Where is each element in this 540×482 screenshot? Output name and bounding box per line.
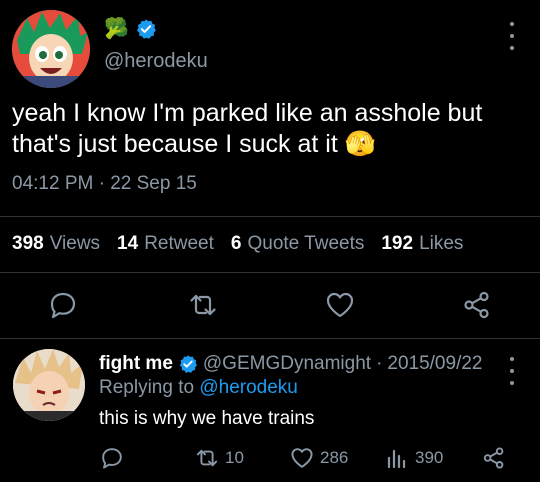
reply-retweet-count: 10: [225, 448, 244, 467]
reply-display-name[interactable]: fight me: [99, 353, 173, 375]
peeking-face-emoji: 🫣: [344, 130, 376, 158]
display-name[interactable]: 🥦: [104, 18, 129, 40]
tweet-timestamp[interactable]: 04:12 PM · 22 Sep 15: [12, 173, 197, 195]
stat-likes-count: 192: [381, 233, 414, 254]
reply-author-row: fight me @GEMGDynamight · 2015/09/22: [99, 353, 482, 375]
stat-likes[interactable]: 192 Likes: [381, 233, 463, 255]
stat-views-label: Views: [49, 233, 101, 254]
avatar[interactable]: [12, 10, 90, 88]
verified-badge-icon: [179, 355, 197, 373]
replying-to-prefix: Replying to: [99, 377, 195, 398]
divider: [0, 338, 540, 339]
handle[interactable]: @herodeku: [104, 50, 208, 73]
stat-likes-label: Likes: [419, 233, 464, 254]
reply-more-options-icon[interactable]: [502, 357, 522, 385]
stat-quote-count: 6: [230, 233, 242, 254]
reply-views-button[interactable]: 390: [385, 446, 443, 470]
reply-reply-button[interactable]: [100, 446, 124, 470]
tweet-action-bar: [0, 290, 540, 326]
reply-handle[interactable]: @GEMGDynamight: [203, 353, 371, 375]
author-row: 🥦: [104, 18, 157, 40]
reply-like-count: 286: [320, 448, 349, 467]
reply-action-bar: 10 286 390: [0, 446, 540, 474]
stat-views[interactable]: 398 Views: [12, 233, 100, 255]
tweet-text-body: yeah I know I'm parked like an asshole b…: [12, 99, 483, 158]
share-icon[interactable]: [462, 290, 492, 320]
retweet-icon: [196, 449, 218, 467]
reply-views-count: 390: [415, 448, 444, 467]
reply-share-button[interactable]: [482, 446, 506, 470]
stat-quote-label: Quote Tweets: [247, 233, 365, 254]
like-icon[interactable]: [325, 290, 355, 320]
verified-badge-icon: [136, 19, 156, 39]
reply-icon: [102, 448, 122, 469]
like-icon: [291, 448, 313, 468]
replying-to-handle[interactable]: @herodeku: [199, 377, 298, 398]
views-icon: [387, 449, 406, 469]
share-icon: [483, 447, 504, 469]
tweet-stats: 398 Views 14 Retweet 6 Quote Tweets 192 Like…: [12, 233, 463, 255]
reply-avatar[interactable]: [13, 349, 85, 421]
reply-like-button[interactable]: 286: [290, 446, 348, 470]
stat-quote-tweets[interactable]: 6 Quote Tweets: [231, 233, 364, 255]
more-options-icon[interactable]: [502, 22, 522, 50]
reply-icon[interactable]: [48, 290, 78, 320]
reply-retweet-button[interactable]: 10: [195, 446, 244, 470]
tweet-text: yeah I know I'm parked like an asshole b…: [12, 98, 512, 160]
replying-to: Replying to @herodeku: [99, 377, 298, 399]
reply-dot-separator: ·: [376, 353, 383, 374]
divider: [0, 272, 540, 273]
reply-text: this is why we have trains: [99, 408, 315, 429]
divider: [0, 216, 540, 217]
reply-date[interactable]: 2015/09/22: [387, 353, 482, 375]
stat-retweets[interactable]: 14 Retweet: [117, 233, 214, 255]
stat-retweets-label: Retweet: [144, 233, 214, 254]
stat-retweets-count: 14: [117, 233, 139, 254]
stat-views-count: 398: [12, 233, 44, 254]
retweet-icon[interactable]: [188, 290, 218, 320]
